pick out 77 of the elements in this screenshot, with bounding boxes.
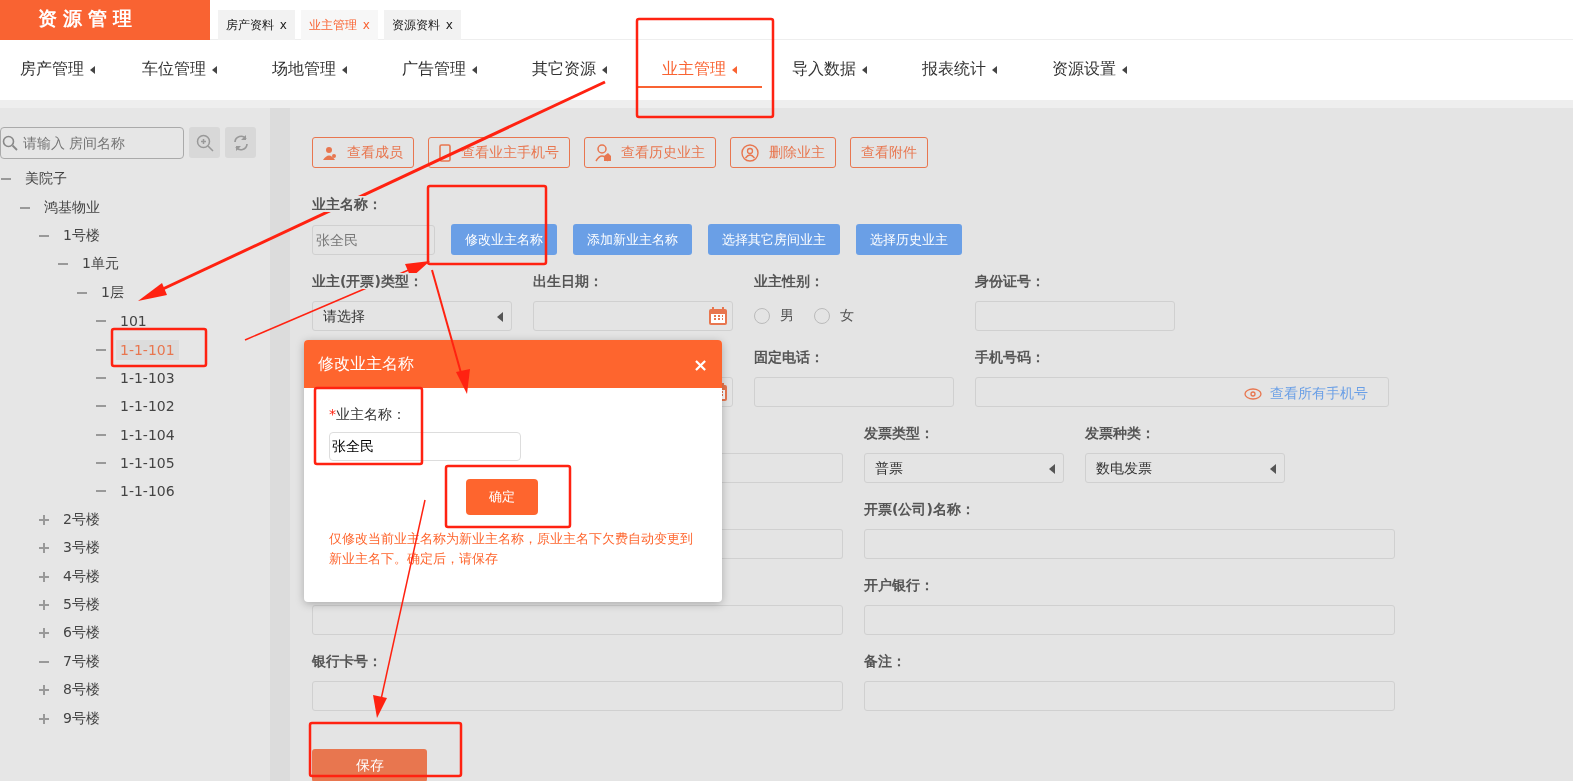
caret-icon [602,66,608,74]
tree-node[interactable]: 美院子 [21,168,71,191]
tree-node[interactable]: 3号楼 [59,537,104,560]
refresh-icon [231,133,250,152]
tree-node[interactable]: 1层 [97,281,128,304]
plus-icon[interactable] [38,627,50,640]
plus-icon[interactable] [38,542,50,555]
required-mark: * [329,406,336,422]
tree-node[interactable]: 101 [116,311,151,332]
plus-icon[interactable] [38,513,50,526]
caret-icon [992,66,998,74]
tree-node[interactable]: 6号楼 [59,622,104,645]
person-icon [323,145,337,160]
caret-icon [1270,464,1276,474]
tree-node[interactable]: 1-1-103 [116,367,179,388]
search-icon [2,135,18,151]
tree-node[interactable]: 1-1-102 [116,396,179,417]
tree-node[interactable]: 2号楼 [59,508,104,531]
person-circle-icon [741,143,759,162]
caret-icon [732,66,738,74]
select-field[interactable]: 数电发票 [1085,453,1285,483]
caret-icon [342,66,348,74]
zoom-in-icon [195,133,214,152]
nav-menu-item[interactable]: 报表统计 [895,40,1025,100]
phone-icon [439,143,451,162]
tree-node[interactable]: 8号楼 [59,679,104,702]
tree-node[interactable]: 7号楼 [59,650,104,673]
tree-node[interactable]: 1号楼 [59,224,104,247]
select-field[interactable]: 普票 [864,453,1064,483]
scrollbar[interactable] [270,108,290,781]
text-field[interactable] [312,605,843,635]
page-tab[interactable]: 资源资料 x [383,10,461,40]
tree-node[interactable]: 4号楼 [59,565,104,588]
radio-label: 男 [780,307,794,325]
person-house-icon [595,143,611,162]
tree-node[interactable]: 1单元 [78,253,123,276]
text-field[interactable] [312,681,843,711]
nav-menu-item[interactable]: 场地管理 [245,40,375,100]
dialog-title: 修改业主名称 [318,353,414,375]
tree-node[interactable]: 1-1-106 [116,481,179,502]
tree-node[interactable]: 5号楼 [59,594,104,617]
search-field[interactable]: 请输入 房间名称 [0,127,184,159]
calendar-icon[interactable] [708,306,728,326]
eye-icon [1244,388,1262,400]
nav-menu-item[interactable]: 车位管理 [115,40,245,100]
refresh-button[interactable] [225,127,256,158]
zoom-in-button[interactable] [189,127,220,158]
plus-icon[interactable] [38,570,50,583]
caret-icon [472,66,478,74]
plus-icon[interactable] [38,599,50,612]
nav-menu-item[interactable]: 其它资源 [505,40,635,100]
plus-icon[interactable] [38,712,50,725]
radio-label: 女 [840,307,854,325]
owner-name-field[interactable]: 张全民 [312,224,435,255]
select-field[interactable]: 请选择 [312,301,512,331]
caret-icon [862,66,868,74]
plus-icon[interactable] [38,684,50,697]
nav-menu-item[interactable]: 资源设置 [1025,40,1155,100]
date-field[interactable] [533,301,733,331]
nav-menu-item[interactable]: 房产管理 [0,40,115,100]
nav-menu-item[interactable]: 导入数据 [765,40,895,100]
caret-icon [212,66,218,74]
page-tab[interactable]: 房产资料 x [218,10,295,40]
text-field[interactable] [722,529,843,559]
nav-menu-item[interactable]: 广告管理 [375,40,505,100]
tree-node[interactable]: 1-1-105 [116,453,179,474]
field-label: 业主名称： [336,406,406,422]
caret-icon [1122,66,1128,74]
tree-node[interactable]: 1-1-104 [116,424,179,445]
caret-icon [89,66,96,74]
text-field[interactable] [722,453,843,483]
owner-name-input[interactable]: 张全民 [329,432,521,461]
caret-icon [497,312,503,322]
tree-node[interactable]: 9号楼 [59,707,104,730]
caret-icon [1049,464,1055,474]
tree-node[interactable]: 鸿基物业 [40,196,104,219]
app-title: 资源管理 [0,0,210,40]
